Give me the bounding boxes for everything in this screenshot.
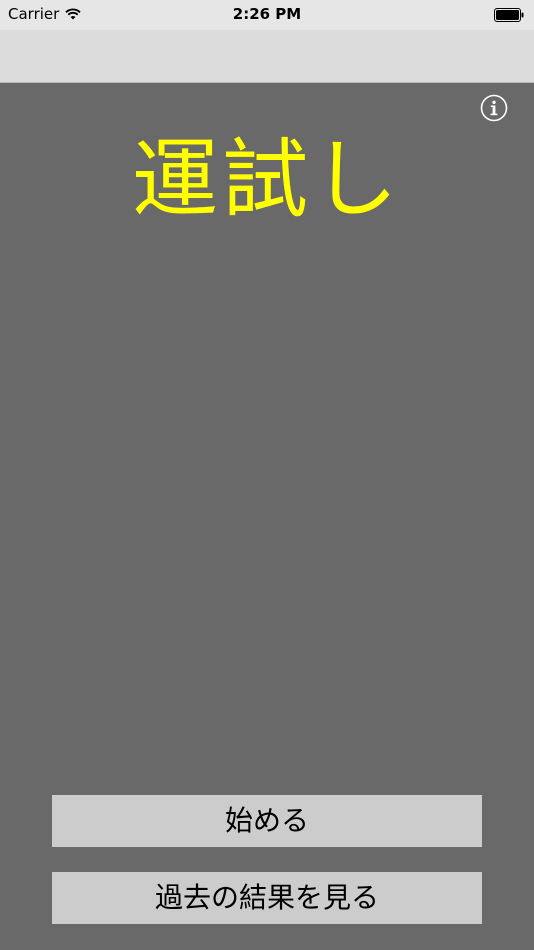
page-title: 運試し [132,130,402,230]
battery-icon [494,8,524,22]
status-time: 2:26 PM [232,5,302,23]
main-view: 運試し 始める 過去の結果を見る [0,83,534,950]
info-icon[interactable] [480,94,508,122]
navigation-bar [0,30,534,83]
start-button[interactable]: 始める [52,795,482,847]
view-past-results-button[interactable]: 過去の結果を見る [52,872,482,924]
status-bar: Carrier 2:26 PM [0,0,534,30]
